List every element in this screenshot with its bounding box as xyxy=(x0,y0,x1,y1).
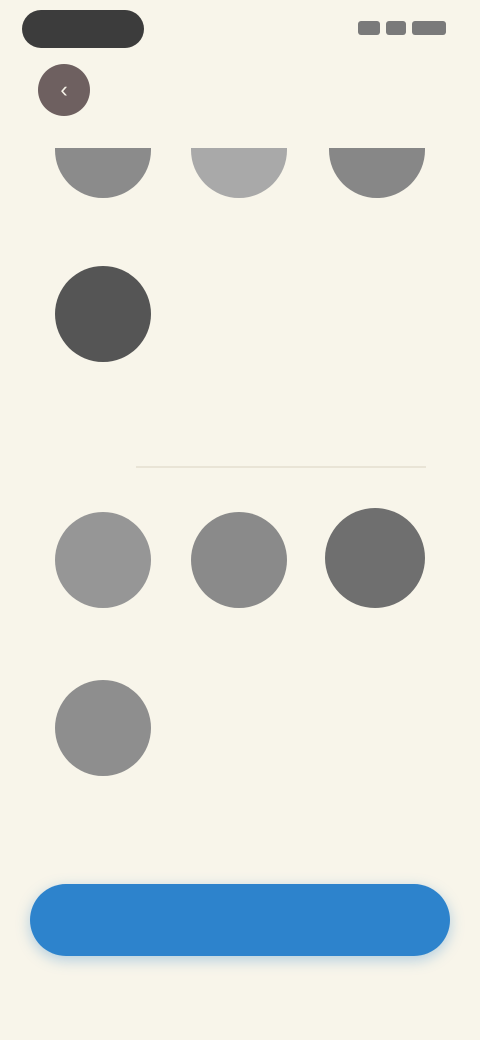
status-icons xyxy=(354,18,446,38)
bowl-swatch xyxy=(329,148,425,198)
option-item-2[interactable] xyxy=(184,148,294,224)
circle-swatch xyxy=(325,508,425,608)
option-label xyxy=(322,208,432,224)
option-label xyxy=(184,208,294,224)
battery-icon xyxy=(412,21,446,35)
status-time xyxy=(22,10,144,48)
option-label xyxy=(48,372,158,388)
option-item-6[interactable] xyxy=(184,512,294,634)
option-item-7[interactable] xyxy=(320,508,430,634)
option-item-1[interactable] xyxy=(48,148,158,224)
option-item-5[interactable] xyxy=(48,512,158,634)
back-arrow-icon: ‹ xyxy=(60,77,68,102)
wifi-icon xyxy=(386,21,406,35)
option-item-8[interactable] xyxy=(48,680,158,802)
circle-swatch xyxy=(55,266,151,362)
app-screen: ‹ xyxy=(0,0,480,1040)
option-label xyxy=(184,618,294,634)
section-divider xyxy=(136,466,426,468)
signal-icon xyxy=(358,21,380,35)
option-label xyxy=(48,786,158,802)
circle-swatch xyxy=(191,512,287,608)
circle-swatch xyxy=(55,512,151,608)
page-title xyxy=(174,76,306,104)
circle-swatch xyxy=(55,680,151,776)
option-label xyxy=(48,208,158,224)
back-button[interactable]: ‹ xyxy=(38,64,90,116)
option-item-4[interactable] xyxy=(48,266,158,388)
option-label xyxy=(48,618,158,634)
bowl-swatch xyxy=(191,148,287,198)
status-bar xyxy=(0,0,480,60)
confirm-button[interactable] xyxy=(30,884,450,956)
option-label xyxy=(320,618,430,634)
option-item-3[interactable] xyxy=(322,148,432,224)
bowl-swatch xyxy=(55,148,151,198)
